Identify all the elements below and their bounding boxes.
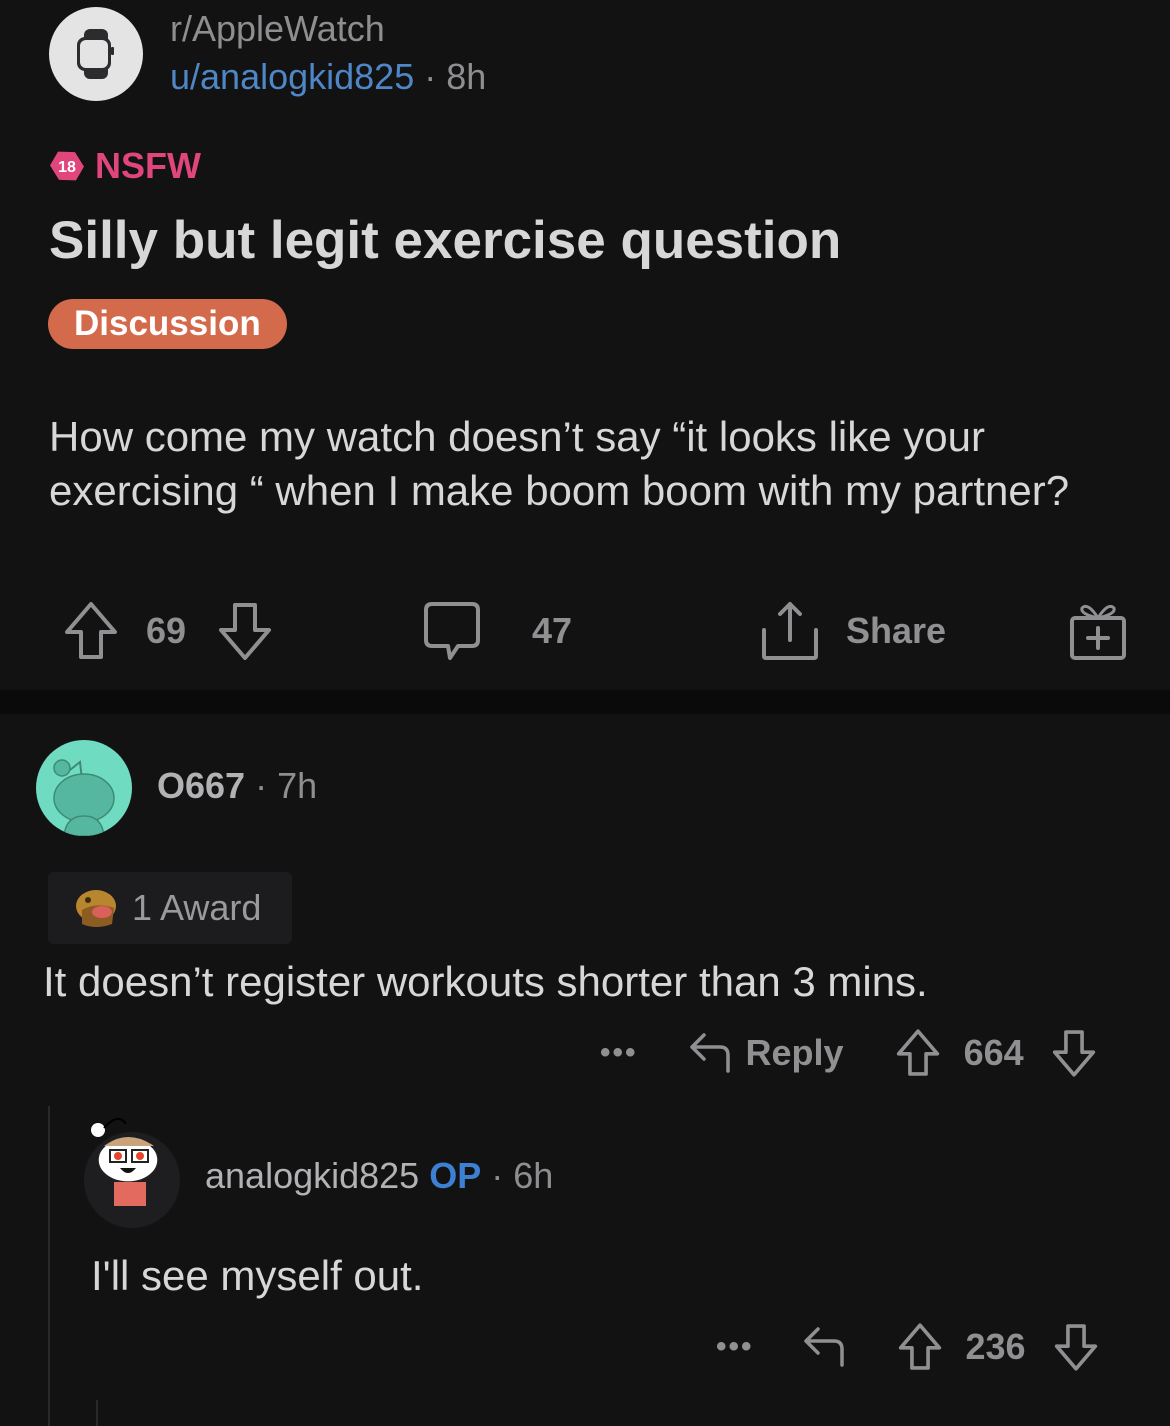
comment-age: 7h — [277, 765, 318, 806]
post-score: 69 — [146, 610, 187, 651]
post-age: 8h — [446, 56, 487, 97]
reply-meta: analogkid825 OP · 6h — [205, 1155, 553, 1197]
reply-author[interactable]: analogkid825 — [205, 1155, 419, 1196]
post-title: Silly but legit exercise question — [49, 211, 842, 270]
section-divider — [0, 690, 1170, 714]
reply-score: 236 — [965, 1326, 1026, 1367]
post-flair[interactable]: Discussion — [48, 299, 287, 349]
gift-award-icon — [1070, 604, 1126, 660]
nsfw-18-icon: 18 — [50, 151, 84, 181]
comment-count: 47 — [532, 610, 573, 651]
reply-arrow-icon[interactable] — [802, 1325, 848, 1369]
meta-separator: · — [255, 765, 268, 806]
award-skull-icon — [76, 890, 116, 927]
thread-line[interactable] — [48, 1106, 50, 1426]
meta-separator: · — [491, 1155, 504, 1196]
reply-age: 6h — [513, 1155, 554, 1196]
share-label: Share — [846, 610, 947, 651]
comment-score: 664 — [963, 1032, 1024, 1073]
award-label: 1 Award — [132, 887, 262, 928]
comments-button[interactable]: 47 — [422, 598, 572, 664]
subreddit-avatar[interactable] — [49, 7, 143, 101]
upvote-icon[interactable] — [894, 1028, 942, 1078]
snoo-custom-avatar-icon — [91, 1117, 159, 1206]
comment-meta: O667 · 7h — [157, 765, 317, 807]
post-vote-group: 69 — [62, 598, 274, 664]
nsfw-tag: 18 NSFW — [49, 145, 201, 187]
nested-thread-line[interactable] — [96, 1400, 98, 1426]
downvote-icon[interactable] — [216, 600, 274, 662]
post-author-link[interactable]: u/analogkid825 — [170, 56, 414, 97]
reply-button[interactable]: Reply — [688, 1031, 844, 1075]
comment-icon — [424, 602, 480, 660]
share-icon — [762, 602, 818, 660]
svg-text:18: 18 — [58, 159, 76, 176]
comment-actions: ••• Reply 664 — [600, 1022, 1098, 1084]
post-body: How come my watch doesn’t say “it looks … — [49, 413, 1070, 514]
comment-body: It doesn’t register workouts shorter tha… — [43, 958, 928, 1005]
post-meta: u/analogkid825 · 8h — [170, 56, 486, 98]
op-badge: OP — [429, 1155, 482, 1196]
nsfw-label: NSFW — [95, 145, 201, 186]
award-button[interactable] — [1068, 598, 1128, 664]
reply-avatar[interactable] — [84, 1117, 180, 1228]
reply-label: Reply — [745, 1032, 844, 1073]
reply-body: I'll see myself out. — [91, 1252, 424, 1299]
subreddit-name[interactable]: r/AppleWatch — [170, 8, 385, 50]
comment-avatar[interactable] — [36, 740, 132, 836]
meta-separator: · — [424, 56, 437, 97]
reply-arrow-icon — [689, 1033, 730, 1073]
reply-actions: ••• 236 — [716, 1318, 1100, 1376]
downvote-icon[interactable] — [1052, 1322, 1100, 1372]
more-options-button[interactable]: ••• — [716, 1330, 754, 1364]
upvote-icon[interactable] — [62, 600, 120, 662]
more-options-button[interactable]: ••• — [600, 1036, 638, 1070]
award-badge[interactable]: 1 Award — [48, 872, 292, 944]
apple-watch-icon — [77, 29, 114, 79]
snoo-avatar-icon — [53, 759, 115, 836]
comment-author[interactable]: O667 — [157, 765, 245, 806]
upvote-icon[interactable] — [896, 1322, 944, 1372]
downvote-icon[interactable] — [1050, 1028, 1098, 1078]
share-button[interactable]: Share — [760, 598, 946, 664]
